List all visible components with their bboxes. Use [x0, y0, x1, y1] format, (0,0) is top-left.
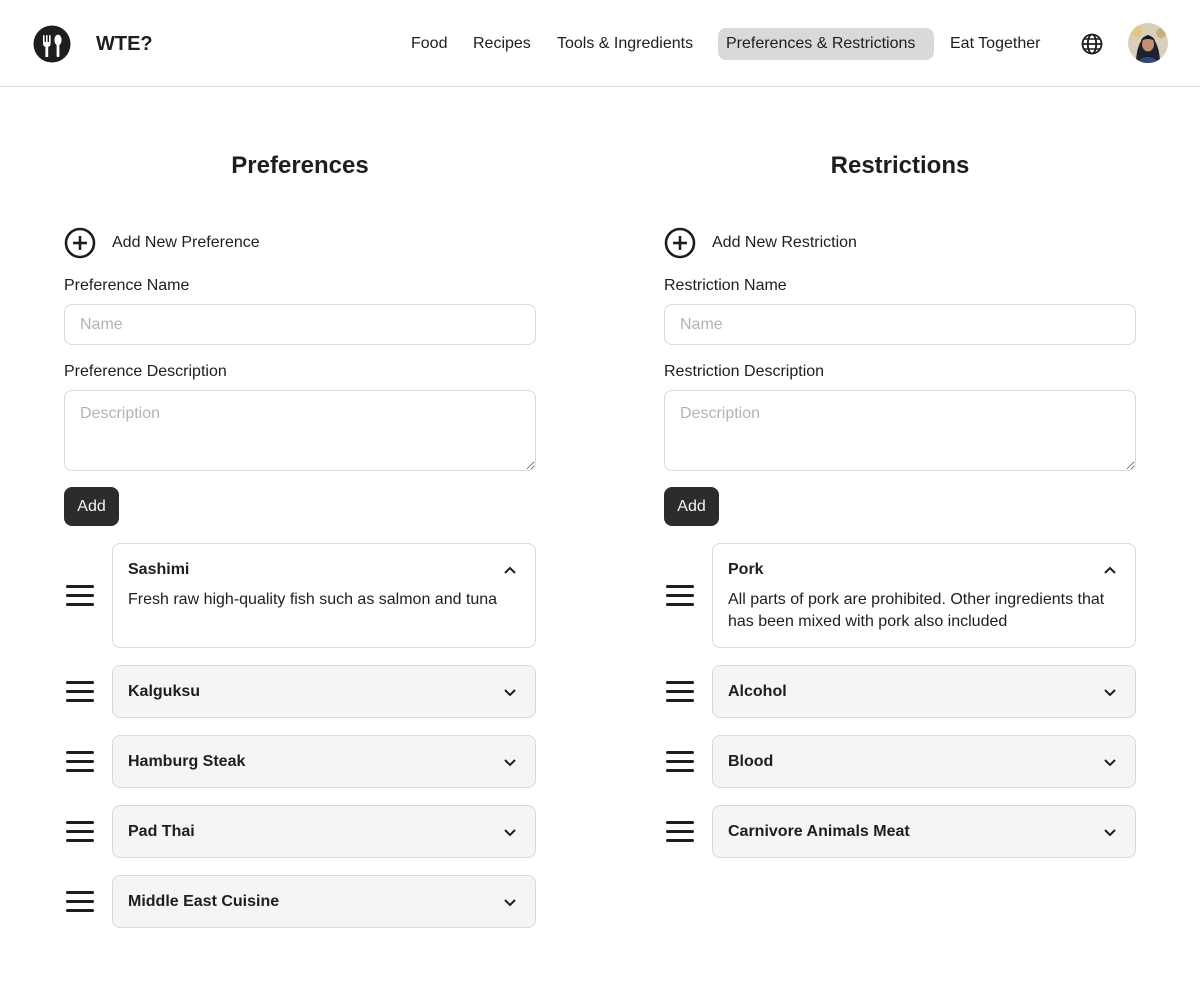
- chevron-up-icon[interactable]: [1102, 562, 1118, 578]
- preference-name-label: Preference Name: [64, 277, 190, 294]
- plus-circle-icon: [664, 227, 696, 259]
- restriction-item-title: Pork: [728, 561, 764, 578]
- preference-item-title: Sashimi: [128, 561, 190, 578]
- restriction-accordion[interactable]: Blood: [712, 735, 1136, 788]
- add-new-preference-button[interactable]: Add New Preference: [64, 227, 260, 259]
- drag-handle-icon[interactable]: [666, 681, 694, 703]
- preference-accordion[interactable]: Pad Thai: [112, 805, 536, 858]
- top-navigation-bar: WTE? Food Recipes Tools & Ingredients Pr…: [0, 0, 1200, 87]
- nav-food[interactable]: Food: [403, 28, 455, 60]
- nav-eat-together[interactable]: Eat Together: [942, 28, 1048, 60]
- user-avatar[interactable]: [1128, 23, 1168, 63]
- preferences-title: Preferences: [231, 152, 369, 179]
- nav-tools-ingredients[interactable]: Tools & Ingredients: [549, 28, 701, 60]
- preference-item-title: Middle East Cuisine: [128, 893, 280, 910]
- drag-handle-icon[interactable]: [66, 681, 94, 703]
- chevron-down-icon[interactable]: [502, 824, 518, 840]
- add-new-restriction-label: Add New Restriction: [712, 234, 857, 251]
- chevron-up-icon[interactable]: [502, 562, 518, 578]
- preference-accordion[interactable]: Kalguksu: [112, 665, 536, 718]
- restrictions-title: Restrictions: [830, 152, 970, 179]
- add-restriction-button[interactable]: Add: [664, 487, 719, 526]
- restriction-item-title: Alcohol: [728, 683, 787, 700]
- chevron-down-icon[interactable]: [502, 684, 518, 700]
- restriction-accordion[interactable]: Carnivore Animals Meat: [712, 805, 1136, 858]
- chevron-down-icon[interactable]: [1102, 684, 1118, 700]
- nav-recipes[interactable]: Recipes: [465, 28, 539, 60]
- avatar-image: [1128, 23, 1168, 63]
- preference-name-input[interactable]: [64, 304, 536, 345]
- drag-handle-icon[interactable]: [666, 751, 694, 773]
- preference-accordion[interactable]: Middle East Cuisine: [112, 875, 536, 928]
- restriction-item-title: Carnivore Animals Meat: [728, 823, 910, 840]
- chevron-down-icon[interactable]: [1102, 754, 1118, 770]
- add-new-restriction-button[interactable]: Add New Restriction: [664, 227, 857, 259]
- preference-item-title: Pad Thai: [128, 823, 195, 840]
- preference-accordion[interactable]: Sashimi Fresh raw high-quality fish such…: [112, 543, 536, 648]
- restriction-description-label: Restriction Description: [664, 363, 825, 380]
- drag-handle-icon[interactable]: [66, 891, 94, 913]
- chevron-down-icon[interactable]: [502, 894, 518, 910]
- restriction-accordion[interactable]: Pork All parts of pork are prohibited. O…: [712, 543, 1136, 648]
- preference-item-title: Hamburg Steak: [128, 753, 246, 770]
- chevron-down-icon[interactable]: [1102, 824, 1118, 840]
- restriction-accordion[interactable]: Alcohol: [712, 665, 1136, 718]
- preference-item-title: Kalguksu: [128, 683, 201, 700]
- brand-name: WTE?: [96, 33, 153, 55]
- fork-knife-icon[interactable]: [33, 25, 71, 63]
- preference-description-input[interactable]: [64, 390, 536, 471]
- drag-handle-icon[interactable]: [66, 585, 94, 607]
- drag-handle-icon[interactable]: [66, 751, 94, 773]
- drag-handle-icon[interactable]: [66, 821, 94, 843]
- preference-description-label: Preference Description: [64, 363, 227, 380]
- restriction-item-description: All parts of pork are prohibited. Other …: [728, 591, 1105, 630]
- restriction-name-label: Restriction Name: [664, 277, 787, 294]
- preference-accordion[interactable]: Hamburg Steak: [112, 735, 536, 788]
- preference-item-description: Fresh raw high-quality fish such as salm…: [128, 591, 498, 608]
- drag-handle-icon[interactable]: [666, 585, 694, 607]
- drag-handle-icon[interactable]: [666, 821, 694, 843]
- add-new-preference-label: Add New Preference: [112, 234, 260, 251]
- restriction-name-input[interactable]: [664, 304, 1136, 345]
- nav-preferences-restrictions[interactable]: Preferences & Restrictions: [718, 28, 934, 60]
- globe-icon[interactable]: [1080, 32, 1104, 56]
- restriction-description-input[interactable]: [664, 390, 1136, 471]
- chevron-down-icon[interactable]: [502, 754, 518, 770]
- plus-circle-icon: [64, 227, 96, 259]
- restriction-item-title: Blood: [728, 753, 774, 770]
- add-preference-button[interactable]: Add: [64, 487, 119, 526]
